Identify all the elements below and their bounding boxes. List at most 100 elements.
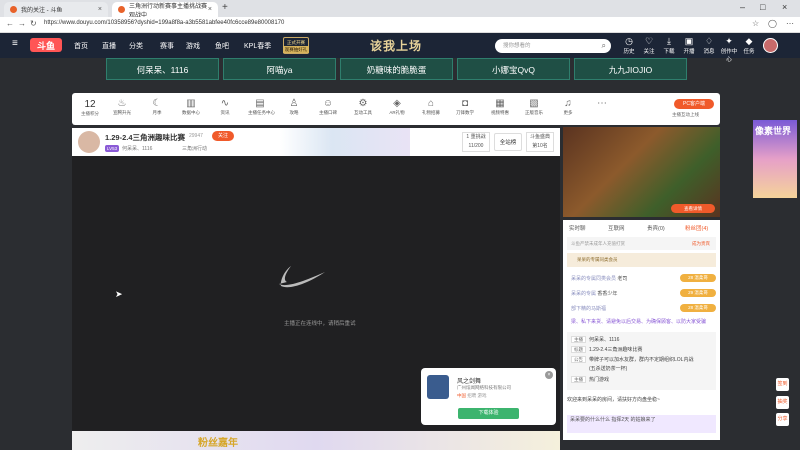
- game-icon[interactable]: [427, 375, 449, 399]
- stream-category[interactable]: 三角洲行动: [182, 145, 207, 152]
- team-tab-3[interactable]: 奶糖味的脆脆蛋: [340, 58, 453, 80]
- toolbar-item-8[interactable]: ⚙ 互动工具: [351, 97, 375, 116]
- share-button[interactable]: 分享: [776, 413, 789, 426]
- nav-fishbar[interactable]: 鱼吧: [215, 41, 229, 51]
- close-tab-icon[interactable]: ×: [98, 6, 102, 13]
- forward-icon[interactable]: →: [18, 19, 26, 28]
- related-stream-thumbnail[interactable]: 查看详情: [563, 127, 720, 217]
- toolbar-item-6[interactable]: ♙ 攻略: [282, 97, 306, 116]
- toolbar-item-14[interactable]: ♫ 更多: [556, 97, 580, 116]
- nav-events[interactable]: 赛事: [160, 41, 174, 51]
- task-button[interactable]: ◆ 任务: [740, 36, 758, 55]
- close-window-icon[interactable]: ×: [782, 2, 787, 12]
- menu-dots-icon[interactable]: ⋯: [786, 19, 794, 28]
- nav-home[interactable]: 首页: [74, 41, 88, 51]
- fans-score[interactable]: 12 主播积分: [78, 99, 102, 117]
- new-tab-icon[interactable]: +: [222, 2, 228, 13]
- game-ad-popup: 风之剑舞 广州炫闻网络科技有限公司 中国 招聘 游戏 × 下载体验: [421, 368, 556, 425]
- tab-vip[interactable]: 贵宾(0): [647, 224, 665, 232]
- ar-icon: ◈: [393, 98, 401, 109]
- minimize-icon[interactable]: –: [740, 2, 745, 12]
- team-tab-4[interactable]: 小娜宝QvQ: [457, 58, 570, 80]
- tab-fans[interactable]: 粉丝团(4): [685, 224, 708, 232]
- toolbar-item-12[interactable]: ▦ 视频特惠: [488, 97, 512, 116]
- browser-tab-stream[interactable]: 三角洲行动新赛事主播挑战赛观战中 ×: [112, 2, 218, 19]
- level-badge: LV53: [105, 145, 119, 152]
- lottery-button[interactable]: 抽奖: [776, 396, 789, 409]
- gift-banner-text: 粉丝嘉年: [198, 438, 238, 449]
- toolbar-item-2[interactable]: ☾ 月季: [145, 97, 169, 116]
- team-tab-2[interactable]: 阿喵ya: [223, 58, 336, 80]
- streamer-name[interactable]: 何呆呆、1116: [122, 145, 152, 152]
- message-button[interactable]: ♢ 消息: [700, 36, 718, 55]
- toolbar-item-4[interactable]: ∿ 资讯: [213, 97, 237, 116]
- video-icon: ▦: [495, 98, 505, 109]
- viewer-count: 29947: [189, 133, 203, 139]
- gift-bar[interactable]: 粉丝嘉年: [72, 431, 560, 450]
- header-banner[interactable]: 该我上场: [370, 37, 422, 54]
- profile-icon[interactable]: ◯: [768, 19, 777, 28]
- stream-title: 1.29-2.4三角洲趣味比赛: [105, 133, 186, 142]
- toolbar-item-more[interactable]: ⋯: [590, 97, 614, 110]
- download-game-button[interactable]: 下载体验: [458, 408, 519, 419]
- maximize-icon[interactable]: □: [760, 2, 765, 12]
- streamer-avatar[interactable]: [78, 131, 100, 153]
- search-icon[interactable]: ⌕: [602, 39, 606, 53]
- douyu-logo[interactable]: 斗鱼: [30, 38, 62, 52]
- event-side-text: 像素世界: [755, 126, 792, 136]
- user-avatar[interactable]: [763, 38, 778, 53]
- tab-chat[interactable]: 实时聊: [569, 224, 586, 232]
- hamburger-icon[interactable]: ≡: [12, 38, 18, 49]
- history-button[interactable]: ◷ 历史: [620, 36, 638, 55]
- sign-in-button[interactable]: 签到: [776, 378, 789, 391]
- star-icon[interactable]: ☆: [752, 19, 759, 28]
- bulb-icon: ✦: [725, 36, 733, 46]
- follow-button[interactable]: ♡ 关注: [640, 36, 658, 55]
- mouse-cursor-icon: ➤: [115, 289, 123, 299]
- fan-rank-bar[interactable]: 呆呆的专属同类会员: [567, 253, 716, 267]
- offline-message: 主播正在连线中，请稍后重试: [284, 321, 356, 327]
- become-vip-link[interactable]: 成为贵宾: [692, 237, 710, 250]
- toolbar-item-3[interactable]: ▥ 数据中心: [179, 97, 203, 116]
- nav-live[interactable]: 直播: [102, 41, 116, 51]
- team-tab-5[interactable]: 九九JIOJIO: [574, 58, 687, 80]
- nav-kpl[interactable]: KPL春季: [244, 41, 271, 51]
- toolbar-item-11[interactable]: ◘ 刀锋数学: [453, 97, 477, 116]
- event-rank-box[interactable]: 斗鱼盛典 第10名: [526, 132, 554, 152]
- browser-tab-follow[interactable]: 我的关注 - 斗鱼 ×: [4, 2, 108, 17]
- chat-panel: 实时聊 互联网 贵宾(0) 粉丝团(4) 斗鱼严禁未成年人充值打赏 成为贵宾 呆…: [563, 220, 720, 440]
- challenge-box[interactable]: 1 重挑战 11/200: [462, 132, 490, 152]
- info-row: 主播 热门游戏: [571, 376, 609, 383]
- address-bar: ← → ↻ https://www.douyu.com/10358956?dys…: [0, 17, 800, 33]
- toolbar-item-7[interactable]: ☺ 主播口碑: [316, 97, 340, 116]
- game-company: 广州炫闻网络科技有限公司: [457, 385, 511, 390]
- view-details-button[interactable]: 查看详情: [671, 204, 715, 213]
- follow-button[interactable]: 关注: [212, 131, 234, 141]
- toolbar-item-9[interactable]: ◈ AR礼物: [385, 97, 409, 116]
- event-side-banner[interactable]: 像素世界: [753, 120, 797, 198]
- tab-label: 我的关注 - 斗鱼: [21, 8, 63, 14]
- search-input[interactable]: 搜你想看的 ⌕: [495, 39, 611, 53]
- shirt-icon: ♙: [289, 98, 299, 109]
- toolbar-item-13[interactable]: ▧ 正版音乐: [522, 97, 546, 116]
- close-tab-icon[interactable]: ×: [208, 6, 212, 13]
- tab-internet[interactable]: 互联网: [608, 224, 625, 232]
- broadcast-button[interactable]: ▣ 开播: [680, 36, 698, 55]
- site-rank-button[interactable]: 全站榜: [494, 133, 522, 151]
- toolbar-item-1[interactable]: ♨ 宣腾升光: [110, 97, 134, 116]
- back-icon[interactable]: ←: [6, 19, 14, 28]
- url-field[interactable]: https://www.douyu.com/10358956?dyshid=19…: [44, 20, 284, 26]
- nav-category[interactable]: 分类: [129, 41, 143, 51]
- creator-center-button[interactable]: ✦ 创作中心: [720, 36, 738, 63]
- header-decoration-image: [280, 128, 410, 156]
- promo-badge-bottom[interactable]: 观赛抽好礼: [283, 46, 309, 53]
- team-tab-1[interactable]: 何呆呆、1116: [106, 58, 219, 80]
- download-button[interactable]: ⤓ 下载: [660, 36, 678, 55]
- pc-client-button[interactable]: PC客户端: [674, 99, 714, 109]
- toolbar-item-5[interactable]: ▤ 主播任务中心: [248, 97, 275, 116]
- close-popup-icon[interactable]: ×: [545, 371, 553, 379]
- download-icon: ⤓: [667, 36, 671, 46]
- reload-icon[interactable]: ↻: [30, 19, 37, 28]
- toolbar-item-10[interactable]: ⌂ 礼物招募: [419, 97, 443, 116]
- nav-games[interactable]: 游戏: [186, 41, 200, 51]
